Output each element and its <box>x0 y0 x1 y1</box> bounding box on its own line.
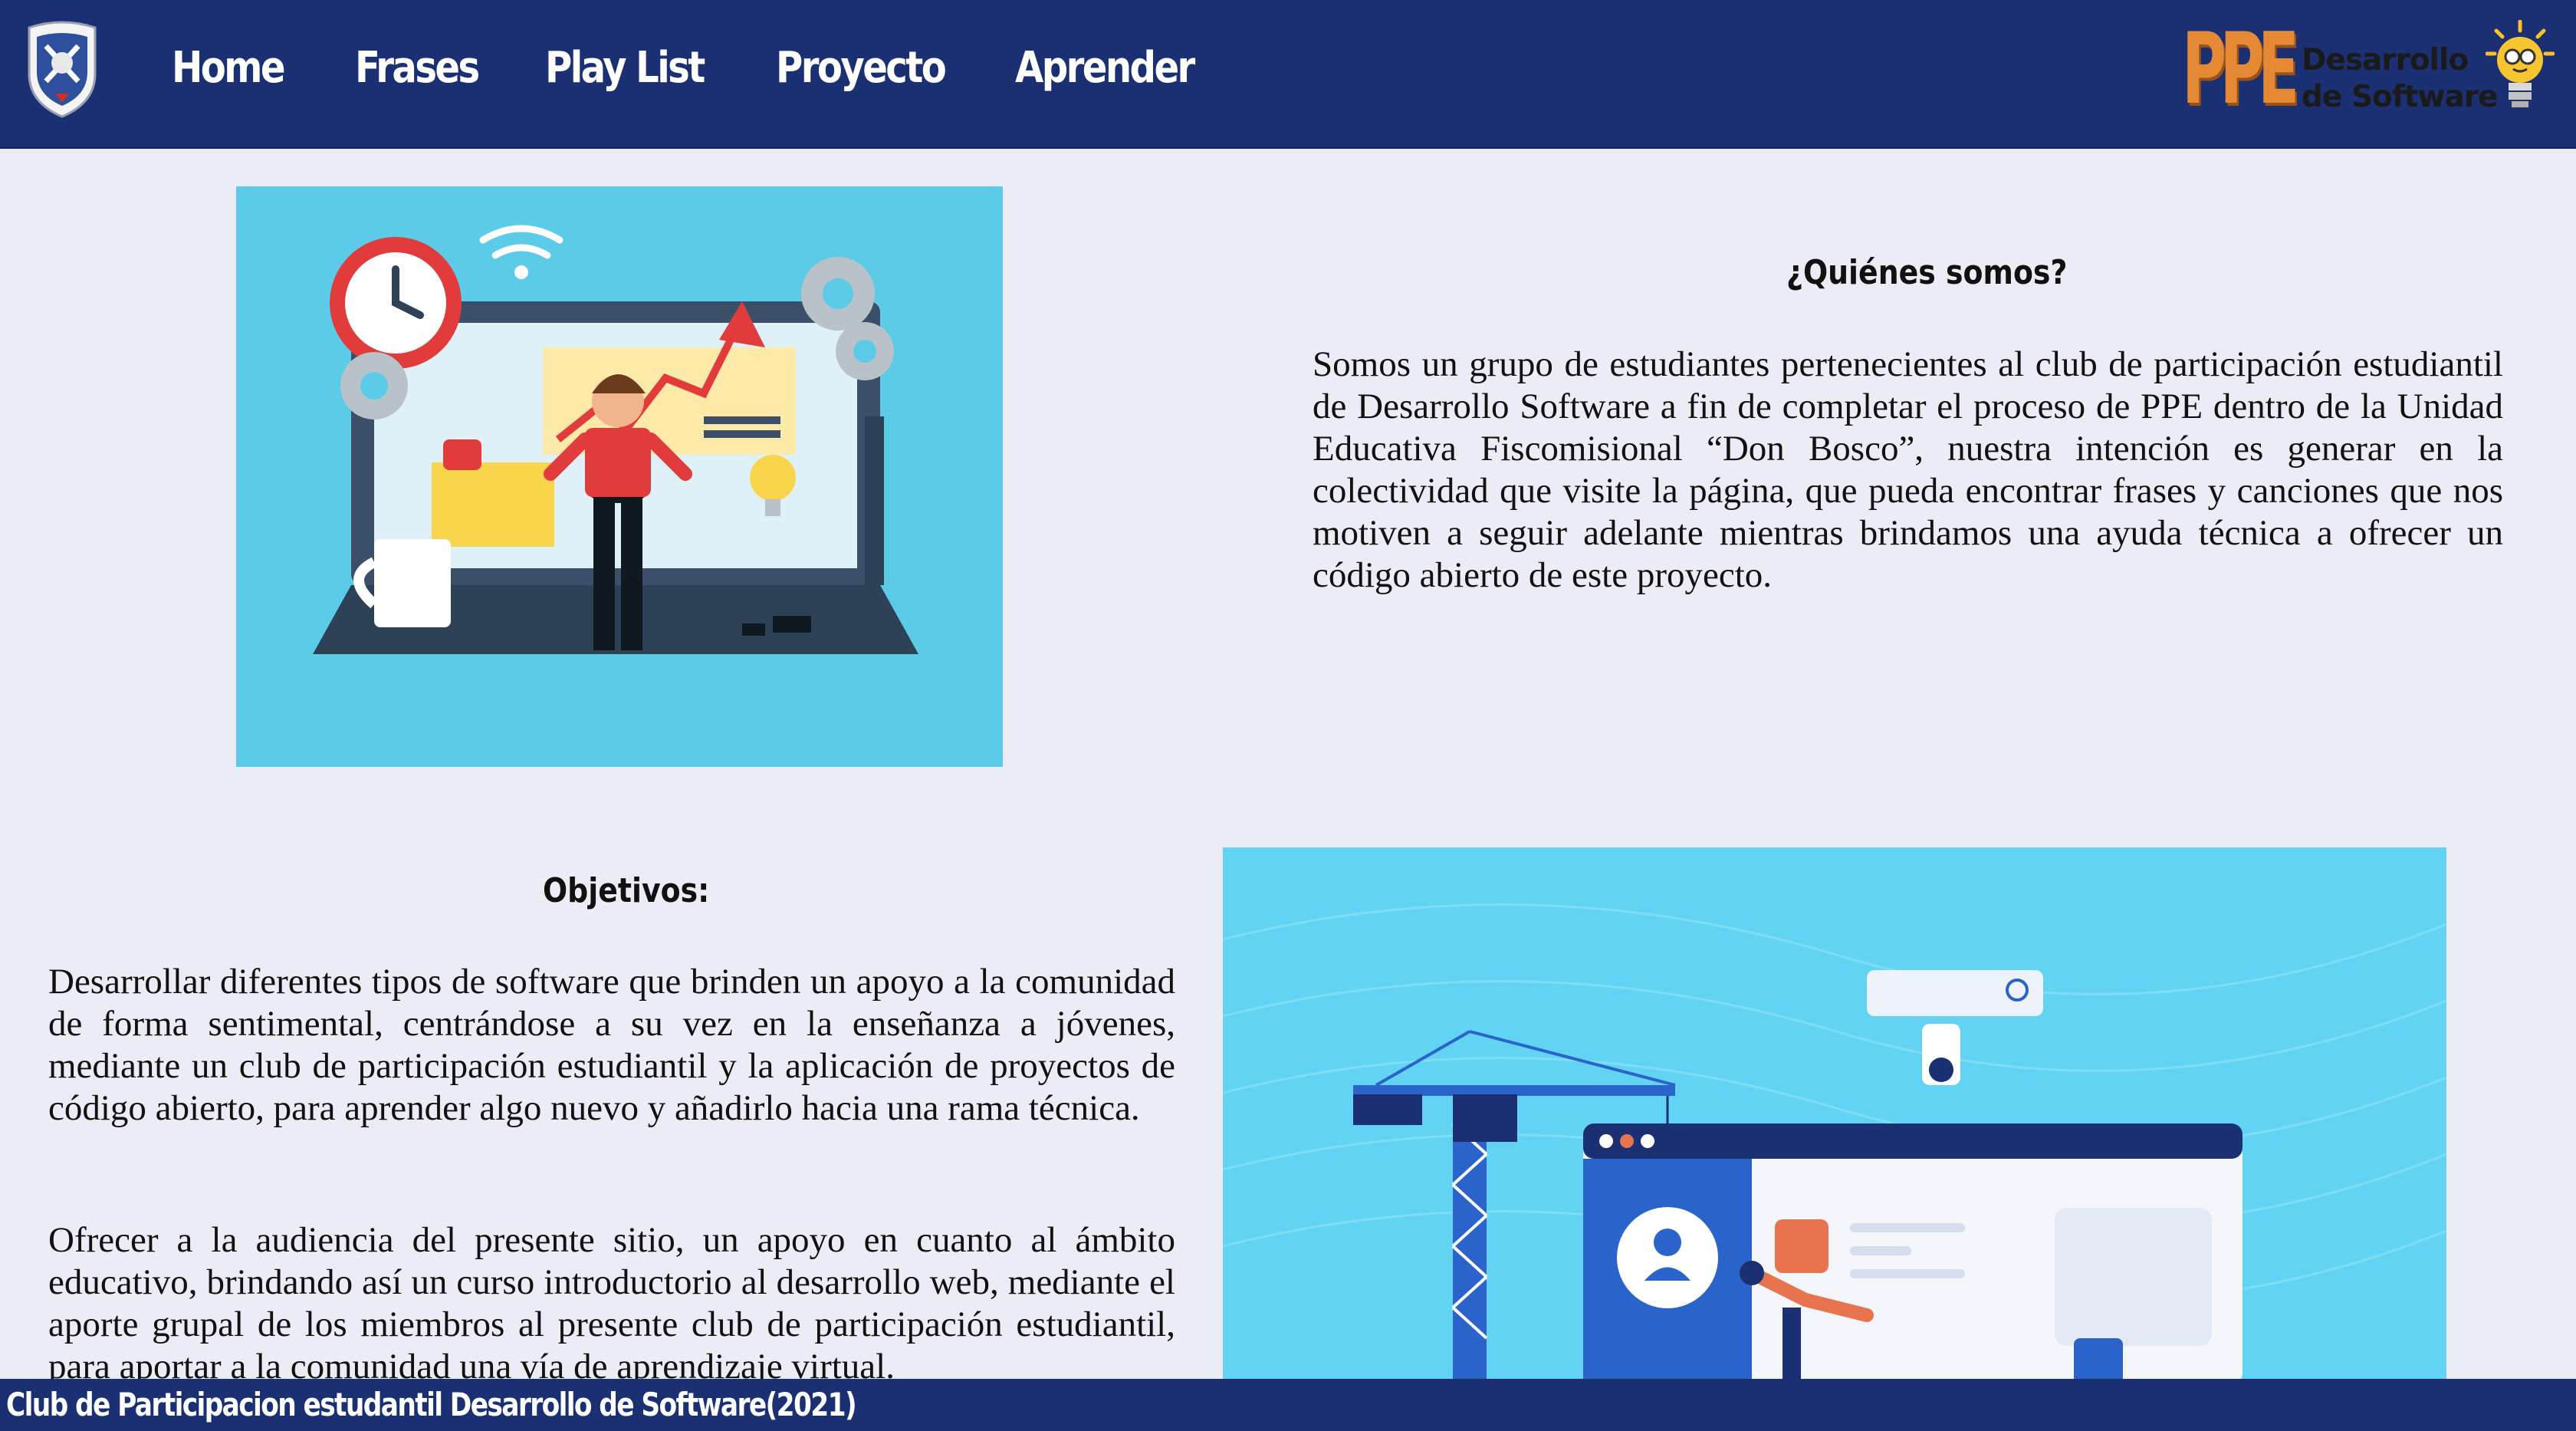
page-footer: Club de Participacion estudantil Desarro… <box>0 1379 2576 1431</box>
footer-text: Club de Participacion estudantil Desarro… <box>6 1386 857 1423</box>
nav-aprender-link[interactable]: Aprender <box>1015 37 1195 100</box>
school-crest-logo[interactable] <box>25 20 100 118</box>
brand-line-2: de Software <box>2302 80 2498 114</box>
nav-home-link[interactable]: Home <box>172 37 285 100</box>
brand-logo[interactable]: PPE Desarrollo de Software <box>2182 12 2555 127</box>
goals-section-title: Objetivos: <box>543 871 710 910</box>
developer-laptop-image <box>236 186 1003 767</box>
about-section-title: ¿Quiénes somos? <box>1786 253 2068 292</box>
nav-proyecto-link[interactable]: Proyecto <box>776 37 947 100</box>
nav-playlist-link[interactable]: Play List <box>545 37 705 100</box>
top-navbar: Home Frases Play List Proyecto Aprender … <box>0 0 2576 149</box>
illustration-web-construction <box>1223 847 2446 1384</box>
brand-ppe-text: PPE <box>2182 12 2299 127</box>
goals-paragraph-2: Ofrecer a la audiencia del presente siti… <box>48 1220 1175 1387</box>
web-construction-image <box>1223 847 2446 1384</box>
brand-line-1: Desarrollo <box>2302 43 2469 77</box>
goals-paragraph-1: Desarrollar diferentes tipos de software… <box>48 962 1175 1128</box>
lightbulb-icon <box>2486 20 2555 107</box>
about-paragraph: Somos un grupo de estudiantes pertenecie… <box>1313 344 2503 595</box>
nav-frases-link[interactable]: Frases <box>355 37 480 100</box>
illustration-developer-laptop <box>236 186 1003 767</box>
